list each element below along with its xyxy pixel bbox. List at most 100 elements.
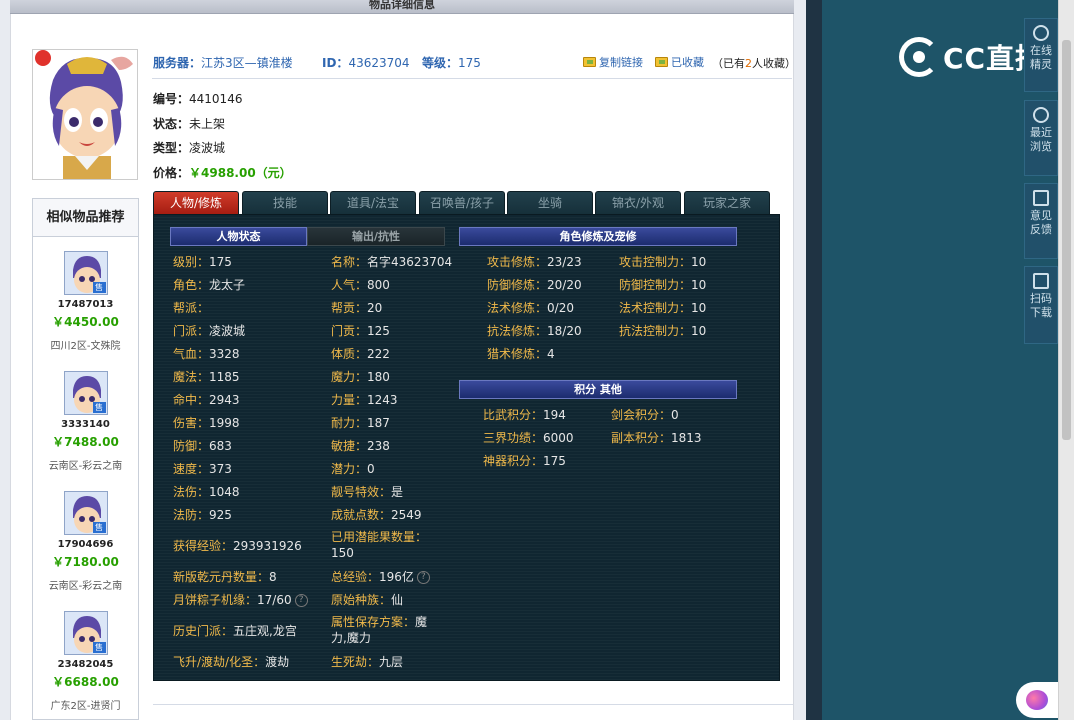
side-button-0[interactable]: 在线 精灵 [1024,18,1058,92]
tab-2[interactable]: 道具/法宝 [330,191,416,214]
field-label: 防御修炼： [487,278,548,292]
server-info: 服务器：江苏3区—镇淮楼 [153,54,293,71]
field-total-exp: 总经验：196亿? [331,568,430,585]
control-field: 法术控制力：10 [619,299,706,316]
level-label: 等级： [422,56,459,70]
sprite-icon [1033,25,1049,41]
field-value: 2549 [391,508,422,522]
folder-star-icon [655,57,668,67]
field-race: 原始种族：仙 [331,591,403,608]
output-field: 成就点数：2549 [331,506,422,523]
output-field: 门贡：125 [331,322,390,339]
field-label: 耐力： [331,416,368,430]
fly-value: 渡劫 [265,655,290,669]
similar-item-id[interactable]: 3333140 [33,419,138,430]
status-field: 门派：凌波城 [173,322,245,339]
folder-icon [583,57,596,67]
status-field: 命中：2943 [173,391,240,408]
field-value: 是 [391,485,404,499]
field-label: 比武积分： [483,408,544,422]
side-button-line2: 反馈 [1030,223,1052,236]
side-button-2[interactable]: 意见 反馈 [1024,183,1058,259]
attr-label: 属性保存方案： [331,615,416,629]
field-label: 人气： [331,278,368,292]
tab-0[interactable]: 人物/修炼 [153,191,239,214]
field-label: 级别： [173,255,210,269]
scrollbar-thumb[interactable] [1062,40,1071,440]
side-button-3[interactable]: 扫码 下载 [1024,266,1058,344]
similar-item-id[interactable]: 17904696 [33,539,138,550]
attr-value-2: 力,魔力 [331,631,371,645]
tab-4[interactable]: 坐骑 [507,191,593,214]
field-value: 0/20 [547,301,574,315]
control-field: 抗法控制力：10 [619,322,706,339]
side-button-line1: 扫码 [1030,292,1052,305]
sale-tag: 售 [92,282,106,293]
ai-assistant-button[interactable] [1016,682,1058,718]
side-button-line1: 在线 [1030,44,1052,57]
similar-item[interactable]: 售 3333140 ￥7488.00 云南区-彩云之南 [33,371,138,472]
similar-item-thumbnail[interactable]: 售 [63,491,108,535]
field-label: 攻击控制力： [619,255,692,269]
help-icon[interactable]: ? [294,594,308,607]
collected-button[interactable]: 已收藏 [655,54,704,70]
tab-3[interactable]: 召唤兽/孩子 [419,191,505,214]
zongzi-value: 17/60 [257,593,292,607]
field-value: 10 [691,301,707,315]
similar-item[interactable]: 售 17487013 ￥4450.00 四川2区-文殊院 [33,251,138,352]
section-cultivation: 角色修炼及宠修 [459,227,737,246]
field-label: 帮贡： [331,301,368,315]
similar-item-id[interactable]: 17487013 [33,299,138,310]
fly-label: 飞升/渡劫/化圣： [173,655,266,669]
similar-items-panel: 相似物品推荐 售 17487013 ￥4450.00 四川2区-文殊院售 3333140… [32,198,139,720]
tab-6[interactable]: 玩家之家 [684,191,770,214]
similar-item[interactable]: 售 23482045 ￥6688.00 广东2区-进贤门 [33,611,138,712]
similar-item-thumbnail[interactable]: 售 [63,611,108,655]
side-button-1[interactable]: 最近 浏览 [1024,100,1058,176]
field-used-fruit: 已用潜能果数量： 150 [331,529,427,561]
field-label: 名称： [331,255,368,269]
bottom-divider [153,704,793,705]
exp-label: 获得经验： [173,539,234,553]
field-label: 法术控制力： [619,301,692,315]
scan-icon [1033,273,1049,289]
field-label: 法伤： [173,485,210,499]
field-value: 187 [367,416,390,430]
collect-number: 2 [745,57,752,70]
item-status: 状态：未上架 [153,115,225,132]
zongzi-label: 月饼粽子机缘： [173,593,258,607]
field-value: 180 [367,370,390,384]
dan-value: 8 [269,570,277,584]
level-info: 等级：175 [422,54,481,71]
field-exp: 获得经验：293931926 [173,537,302,554]
field-value: 10 [691,255,707,269]
section-output-resist[interactable]: 输出/抗性 [307,227,445,246]
field-label: 魔力： [331,370,368,384]
tab-1[interactable]: 技能 [242,191,328,214]
status-field: 速度：373 [173,460,232,477]
status-field: 气血：3328 [173,345,240,362]
cc-live-logo: CC直播 [899,37,1044,77]
sale-tag: 售 [92,402,106,413]
field-label: 门贡： [331,324,368,338]
copy-link-button[interactable]: 复制链接 [583,54,643,70]
status-field: 防御：683 [173,437,232,454]
similar-item-id[interactable]: 23482045 [33,659,138,670]
section-character-status[interactable]: 人物状态 [170,227,307,246]
item-price: 价格：￥4988.00（元） [153,164,292,181]
similar-item-thumbnail[interactable]: 售 [63,371,108,415]
help-icon[interactable]: ? [416,571,430,584]
field-value: 凌波城 [209,324,246,338]
output-field: 人气：800 [331,276,390,293]
similar-item[interactable]: 售 17904696 ￥7180.00 云南区-彩云之南 [33,491,138,592]
output-field: 魔力：180 [331,368,390,385]
cultivation-field: 猎术修炼：4 [487,345,555,362]
scrollbar[interactable] [1058,0,1074,720]
similar-item-thumbnail[interactable]: 售 [63,251,108,295]
similar-item-price: ￥7488.00 [52,435,119,449]
collect-prefix: （已有 [712,57,745,70]
field-label: 防御控制力： [619,278,692,292]
life-label: 生死劫： [331,655,380,669]
tab-5[interactable]: 锦衣/外观 [595,191,681,214]
id-label: ID： [322,56,349,70]
